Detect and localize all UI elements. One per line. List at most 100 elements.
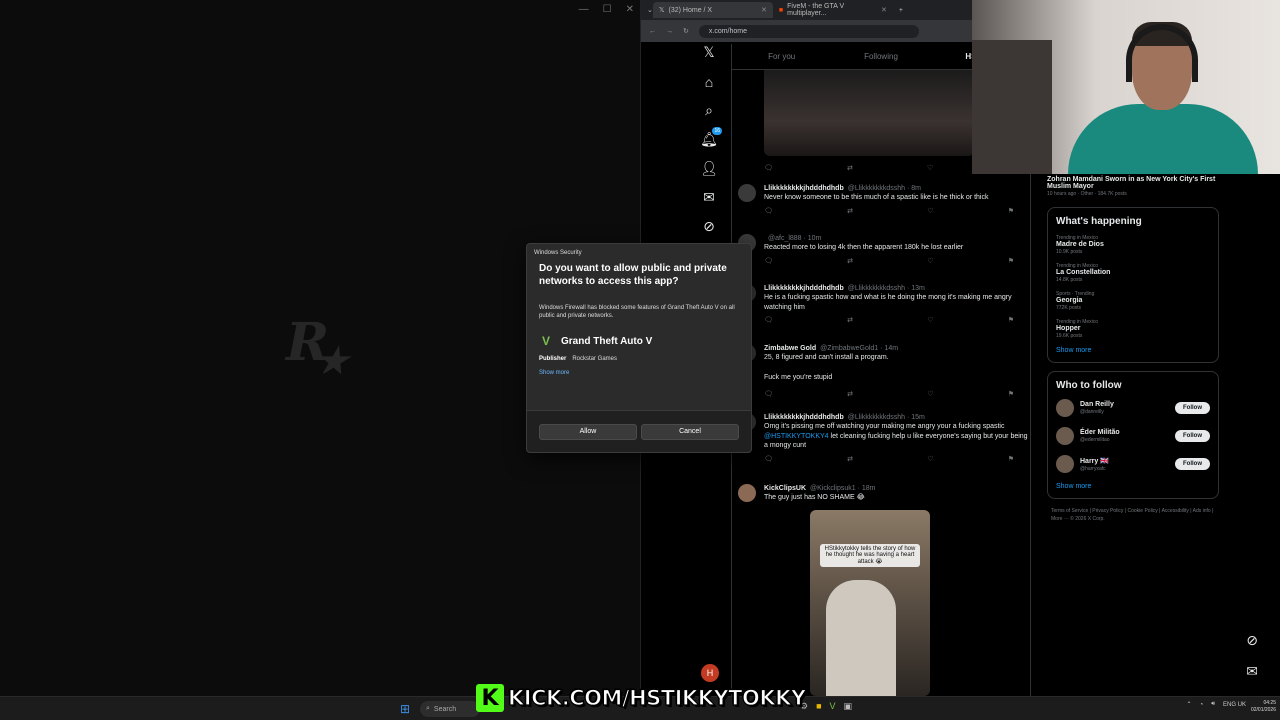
follow-button[interactable]: Follow bbox=[1175, 430, 1210, 442]
follow-icon[interactable]: 👤︎ bbox=[699, 160, 719, 177]
avatar[interactable] bbox=[1056, 399, 1074, 417]
volume-icon[interactable]: 🔊︎ bbox=[1211, 701, 1215, 708]
trend-item[interactable]: Sports · Trending Georgia 772K posts bbox=[1056, 291, 1210, 311]
forward-icon[interactable]: → bbox=[666, 28, 673, 35]
notifications-icon[interactable]: 🔔︎ 16 bbox=[699, 127, 722, 148]
profile-avatar[interactable]: H bbox=[701, 664, 719, 682]
like-icon[interactable]: ♡ bbox=[927, 455, 933, 464]
show-more-follow-link[interactable]: Show more bbox=[1056, 483, 1210, 490]
tweet[interactable]: Llikkkkkkkkjhdddhdhdb @Llikkkkkkkdsshh · … bbox=[738, 413, 1028, 464]
gtav-app-icon[interactable]: V bbox=[830, 701, 836, 712]
tab-x-home[interactable]: 𝕏 (32) Home / X ✕ bbox=[652, 2, 773, 18]
repost-icon[interactable]: ⇄ bbox=[847, 257, 853, 266]
like-icon[interactable]: ♡ bbox=[927, 390, 933, 399]
follow-suggestion[interactable]: Harry 🇬🇧 @harryxafc Follow bbox=[1056, 455, 1210, 473]
app-icon[interactable]: ▣ bbox=[844, 701, 853, 712]
app-icon[interactable]: ■ bbox=[816, 701, 821, 712]
repost-icon[interactable]: ⇄ bbox=[847, 207, 853, 216]
grok-float-icon[interactable]: ⊘ bbox=[1246, 632, 1258, 649]
reply-icon[interactable]: 🗨︎ bbox=[764, 455, 773, 464]
repost-icon[interactable]: ⇄ bbox=[847, 455, 853, 464]
follow-button[interactable]: Follow bbox=[1175, 402, 1210, 414]
reply-icon[interactable]: 🗨︎ bbox=[764, 316, 773, 325]
news-headline[interactable]: Zohran Mamdani Sworn in as New York City… bbox=[1047, 176, 1219, 190]
tweet-video[interactable]: HStikkytokky tells the story of how he t… bbox=[810, 510, 930, 696]
like-icon[interactable]: ♡ bbox=[927, 164, 933, 173]
tab-following[interactable]: Following bbox=[831, 44, 930, 69]
x-logo-icon[interactable]: 𝕏 bbox=[699, 44, 719, 61]
footer-links[interactable]: Terms of Service | Privacy Policy | Cook… bbox=[1047, 507, 1219, 523]
tweet[interactable]: Llikkkkkkkkjhdddhdhdb @Llikkkkkkkdsshh · … bbox=[738, 184, 1028, 216]
trend-item[interactable]: Trending in Mexico Hopper 19.6K posts bbox=[1056, 319, 1210, 339]
bookmark-icon[interactable]: ⚑ bbox=[1008, 257, 1014, 266]
trend-item[interactable]: Trending in Mexico La Constellation 14.8… bbox=[1056, 263, 1210, 283]
maximize-icon[interactable]: ☐ bbox=[603, 4, 612, 15]
language-indicator[interactable]: ENG UK bbox=[1223, 702, 1246, 708]
bookmark-icon[interactable]: ⚑ bbox=[1008, 316, 1014, 325]
tweet-media-image[interactable] bbox=[764, 70, 974, 156]
grok-icon[interactable]: ⊘ bbox=[699, 218, 719, 235]
tweet-author[interactable]: Llikkkkkkkkjhdddhdhdb bbox=[764, 413, 844, 422]
reload-icon[interactable]: ↻ bbox=[683, 27, 689, 35]
taskbar-search[interactable]: ⌕ Search bbox=[420, 701, 480, 717]
minimize-icon[interactable]: — bbox=[579, 4, 589, 15]
tweet[interactable]: KickClipsUK @Kickclipsuk1 · 18m The guy j… bbox=[738, 484, 1028, 503]
trend-item[interactable]: Trending in Mexico Madre de Dios 10.9K p… bbox=[1056, 235, 1210, 255]
cancel-button[interactable]: Cancel bbox=[641, 423, 739, 440]
reply-icon[interactable]: 🗨︎ bbox=[764, 207, 773, 216]
clock[interactable]: 04:25 02/01/2026 bbox=[1251, 700, 1276, 714]
mention-link[interactable]: @HSTIKKYTOKKY4 bbox=[764, 433, 829, 440]
follow-suggestion[interactable]: Éder Militão @edermilitao Follow bbox=[1056, 427, 1210, 445]
start-windows-icon[interactable]: ⊞ bbox=[400, 702, 410, 716]
tweet-author[interactable]: Zimbabwe Gold bbox=[764, 344, 816, 353]
follow-suggestion[interactable]: Dan Reilly @danreilly Follow bbox=[1056, 399, 1210, 417]
dialog-footer: Allow Cancel bbox=[527, 410, 751, 452]
show-more-link[interactable]: Show more bbox=[1056, 347, 1210, 354]
avatar[interactable] bbox=[738, 484, 756, 502]
like-icon[interactable]: ♡ bbox=[927, 207, 933, 216]
whats-happening-title: What's happening bbox=[1056, 216, 1142, 227]
tweet[interactable]: Zimbabwe Gold @ZimbabweGold1 · 14m 25, 8 … bbox=[738, 344, 1028, 400]
chevron-up-icon[interactable]: ⌃ bbox=[1187, 701, 1192, 708]
dialog-show-more-link[interactable]: Show more bbox=[527, 362, 751, 376]
like-icon[interactable]: ♡ bbox=[927, 316, 933, 325]
avatar[interactable] bbox=[738, 184, 756, 202]
close-icon[interactable]: ✕ bbox=[626, 4, 634, 15]
reply-icon[interactable]: 🗨︎ bbox=[764, 164, 773, 173]
back-icon[interactable]: ← bbox=[649, 28, 656, 35]
repost-icon[interactable]: ⇄ bbox=[847, 390, 853, 399]
tab-fivem[interactable]: ■ FiveM - the GTA V multiplayer... ✕ bbox=[773, 2, 893, 18]
repost-icon[interactable]: ⇄ bbox=[847, 316, 853, 325]
bookmark-icon[interactable]: ⚑ bbox=[1008, 455, 1014, 464]
tab-list-icon[interactable]: ⌄ bbox=[647, 6, 653, 14]
tweet[interactable]: @afc_l888 · 10m Reacted more to losing 4… bbox=[738, 234, 1028, 266]
new-tab-icon[interactable]: + bbox=[899, 7, 903, 14]
trend-name: La Constellation bbox=[1056, 269, 1111, 276]
tweet-author[interactable]: Llikkkkkkkkjhdddhdhdb bbox=[764, 284, 844, 293]
avatar[interactable] bbox=[1056, 455, 1074, 473]
follow-button[interactable]: Follow bbox=[1175, 458, 1210, 470]
home-icon[interactable]: ⌂ bbox=[699, 73, 719, 90]
reply-icon[interactable]: 🗨︎ bbox=[764, 390, 773, 399]
tweet-text: He is a fucking spastic how and what is … bbox=[764, 294, 1012, 311]
tweet-author[interactable]: Llikkkkkkkkjhdddhdhdb bbox=[764, 184, 844, 193]
tweet[interactable]: Llikkkkkkkkjhdddhdhdb @Llikkkkkkkdsshh · … bbox=[738, 284, 1028, 326]
network-icon[interactable]: ◔ bbox=[1200, 702, 1204, 708]
bookmark-icon[interactable]: ⚑ bbox=[1008, 207, 1014, 216]
avatar[interactable] bbox=[1056, 427, 1074, 445]
like-icon[interactable]: ♡ bbox=[927, 257, 933, 266]
repost-icon[interactable]: ⇄ bbox=[847, 164, 853, 173]
messages-icon[interactable]: ✉ bbox=[699, 189, 719, 206]
suggestion-name: Éder Militão bbox=[1080, 429, 1120, 436]
reply-icon[interactable]: 🗨︎ bbox=[764, 257, 773, 266]
close-tab-icon[interactable]: ✕ bbox=[881, 6, 887, 14]
messages-float-icon[interactable]: ✉ bbox=[1246, 663, 1258, 680]
search-icon[interactable]: ⌕ bbox=[699, 102, 719, 119]
url-field[interactable]: x.com/home bbox=[698, 24, 919, 38]
close-tab-icon[interactable]: ✕ bbox=[761, 6, 767, 14]
bookmark-icon[interactable]: ⚑ bbox=[1008, 390, 1014, 399]
allow-button[interactable]: Allow bbox=[539, 423, 637, 440]
tab-for-you[interactable]: For you bbox=[732, 44, 831, 69]
dialog-question: Do you want to allow public and private … bbox=[539, 263, 727, 287]
tweet-author[interactable]: KickClipsUK bbox=[764, 484, 806, 493]
